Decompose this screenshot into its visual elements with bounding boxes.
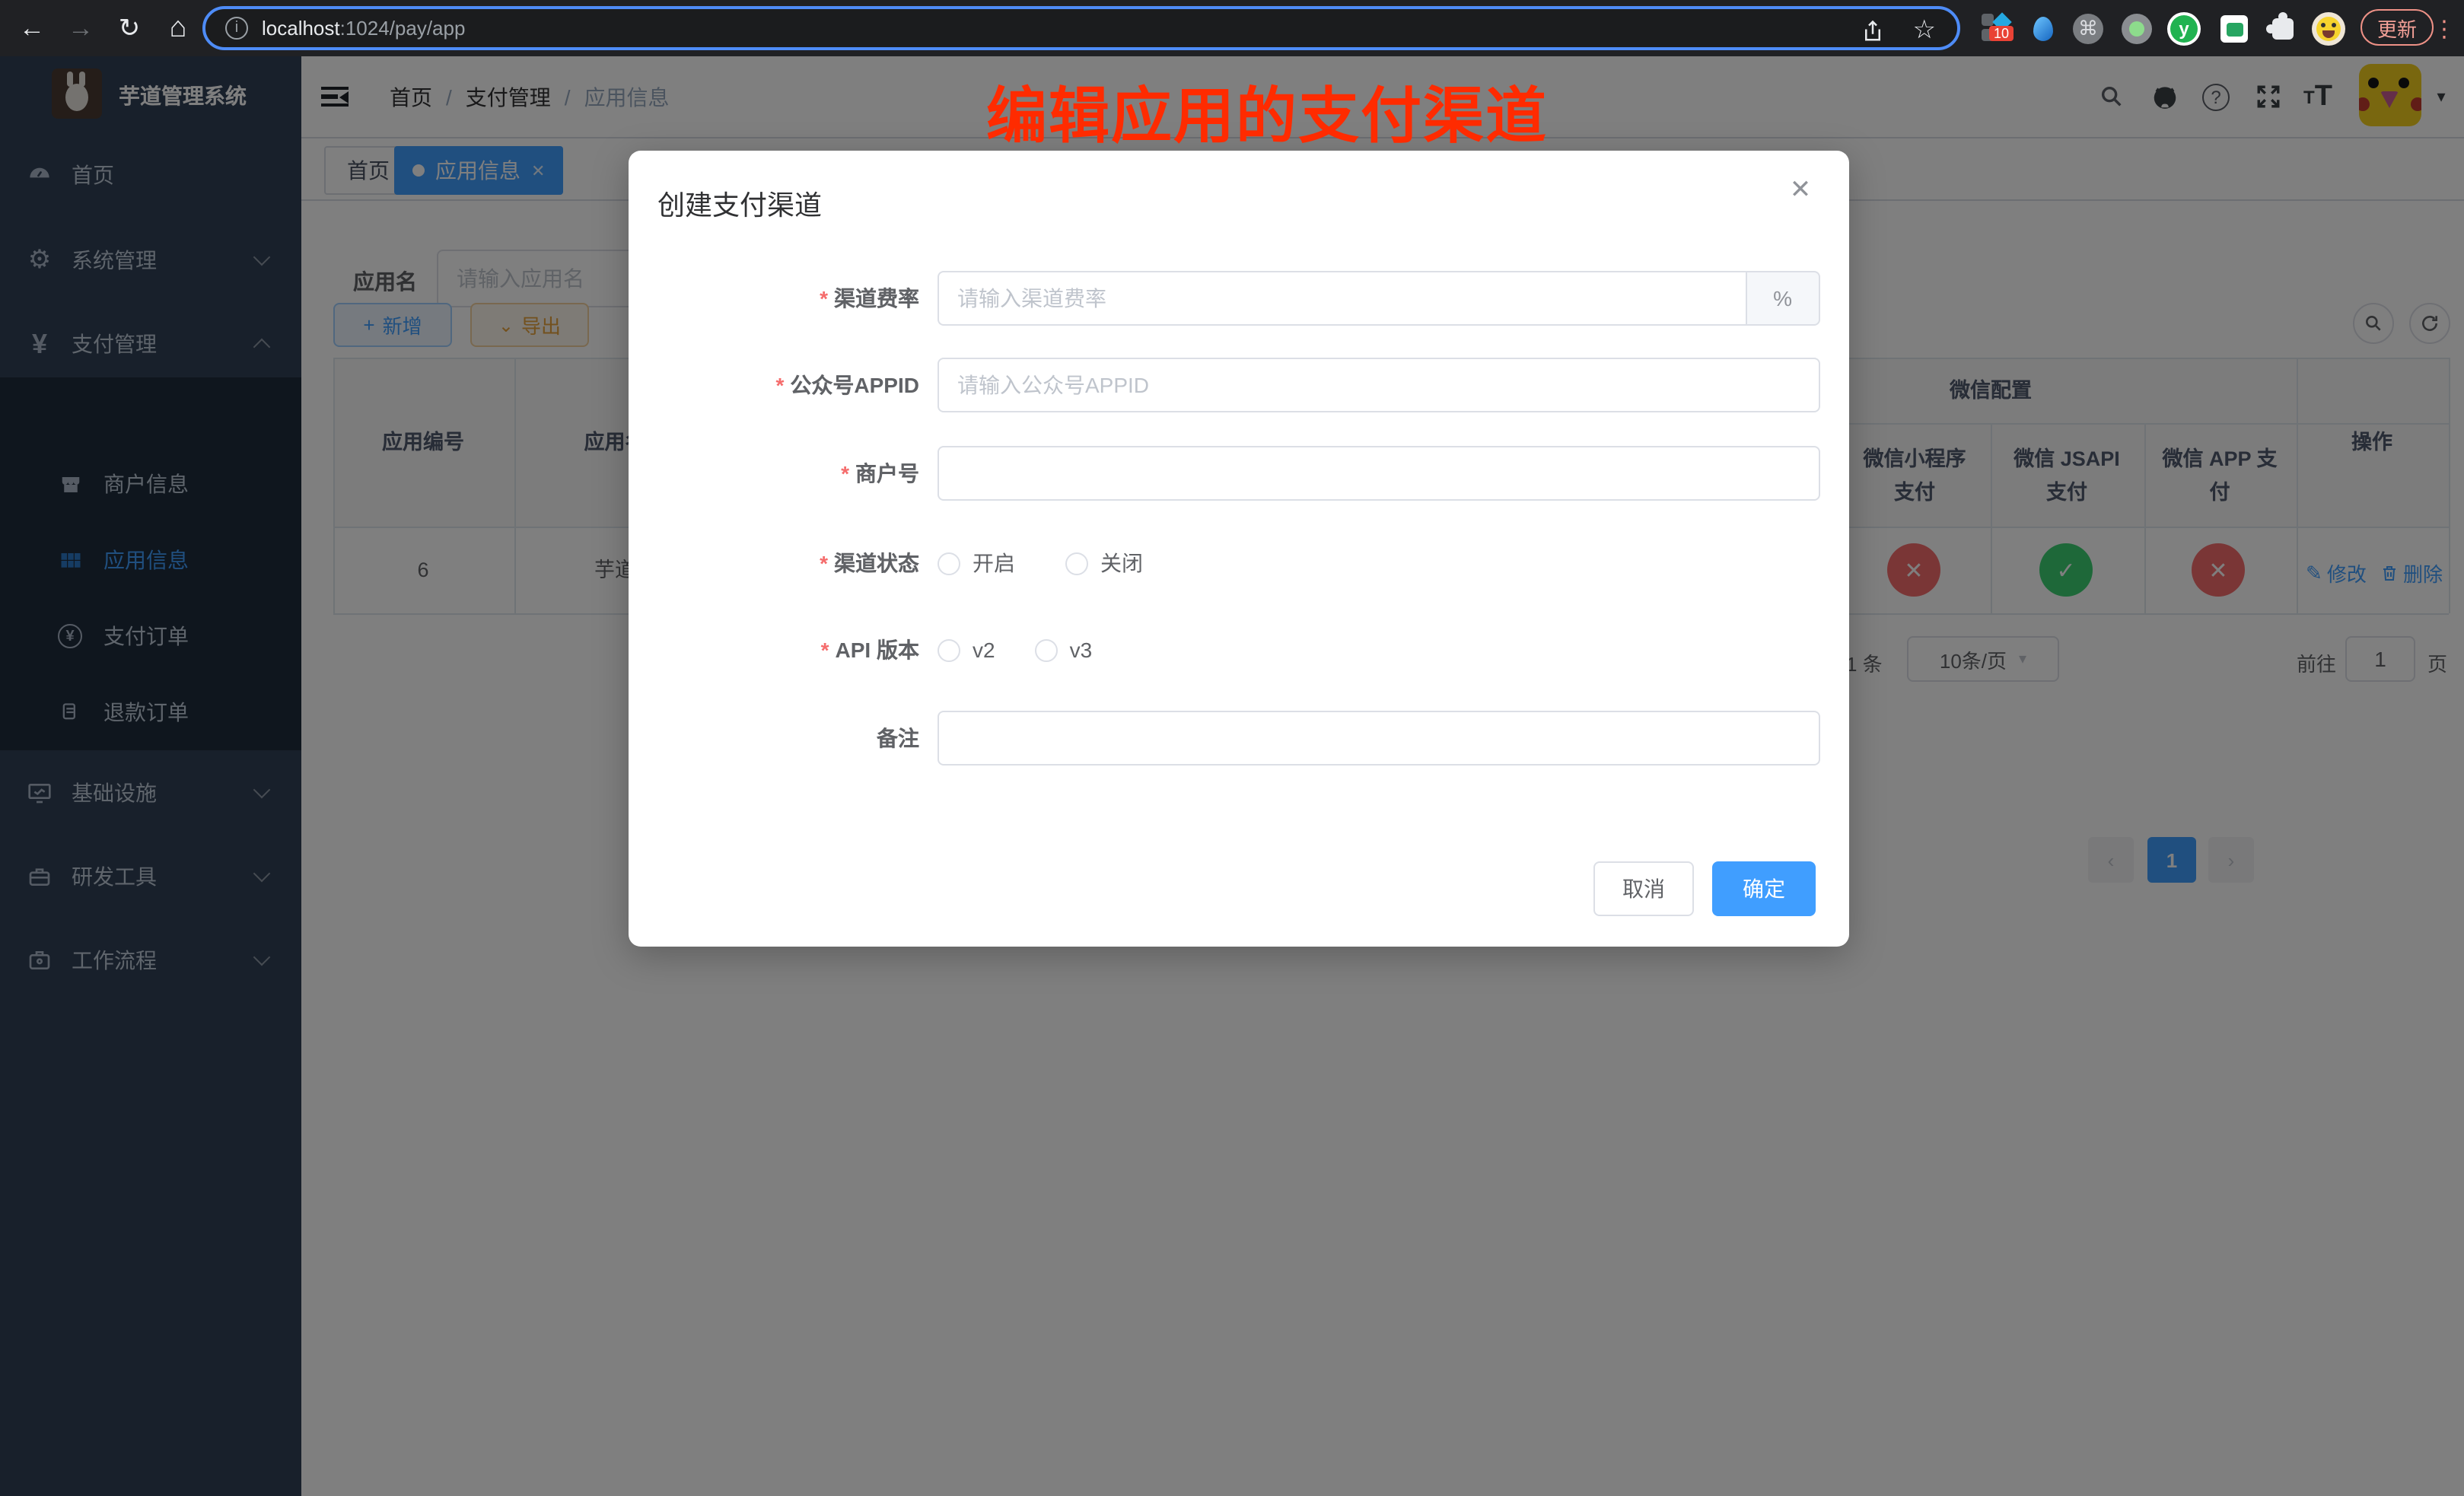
radio-v3[interactable] — [1035, 638, 1058, 661]
merchant-label: *商户号 — [584, 446, 919, 501]
reload-icon[interactable]: ↻ — [110, 0, 149, 56]
browser-update-button[interactable]: 更新 — [2361, 9, 2434, 46]
profile-avatar-icon[interactable] — [2310, 11, 2347, 47]
extension-chat-icon[interactable] — [2216, 11, 2252, 47]
radio-v2[interactable] — [938, 638, 960, 661]
browser-toolbar: ← → ↻ ⌂ i localhost:1024/pay/app ☆ 10 ⌘ — [0, 0, 2464, 56]
back-icon[interactable]: ← — [12, 0, 52, 56]
site-info-icon[interactable]: i — [225, 17, 248, 40]
rate-input[interactable]: % — [938, 271, 1820, 326]
remark-input[interactable] — [938, 711, 1820, 766]
forward-icon[interactable]: → — [61, 0, 100, 56]
extension-balloon-icon[interactable] — [2024, 11, 2061, 47]
url-path: :1024/pay/app — [340, 17, 466, 40]
extension-command-icon[interactable]: ⌘ — [2070, 11, 2106, 47]
extensions-puzzle-icon[interactable] — [2265, 11, 2301, 47]
dialog-title: 创建支付渠道 — [657, 184, 822, 224]
appid-input[interactable] — [938, 358, 1820, 412]
appid-label: *公众号APPID — [584, 358, 919, 412]
radio-open[interactable] — [938, 552, 960, 575]
share-icon[interactable] — [1861, 20, 1884, 43]
status-label: *渠道状态 — [584, 536, 919, 590]
radio-close[interactable] — [1065, 552, 1088, 575]
remark-label: 备注 — [584, 711, 919, 766]
address-bar[interactable]: i localhost:1024/pay/app ☆ — [202, 6, 1960, 50]
extension-dot-icon[interactable] — [2119, 11, 2155, 47]
rate-label: *渠道费率 — [584, 271, 919, 326]
extension-y-icon[interactable]: y — [2166, 11, 2202, 47]
url-host: localhost — [262, 17, 340, 40]
merchant-input[interactable] — [938, 446, 1820, 501]
percent-suffix: % — [1745, 271, 1820, 326]
api-radio-group: v2 v3 — [938, 622, 1092, 677]
annotation-title: 编辑应用的支付渠道 — [986, 67, 1548, 155]
extension-badge: 10 — [1989, 26, 2014, 41]
status-radio-group: 开启 关闭 — [938, 536, 1143, 590]
browser-menu-icon[interactable]: ⋮ — [2431, 0, 2458, 56]
create-channel-dialog: 创建支付渠道 ✕ *渠道费率 % *公众号APPID *商户号 *渠道状态 开启… — [629, 151, 1849, 947]
api-version-label: *API 版本 — [584, 622, 919, 677]
bookmark-star-icon[interactable]: ☆ — [1913, 15, 1937, 46]
confirm-button[interactable]: 确定 — [1712, 861, 1816, 916]
cancel-button[interactable]: 取消 — [1593, 861, 1694, 916]
home-icon[interactable]: ⌂ — [158, 0, 198, 56]
screen: ← → ↻ ⌂ i localhost:1024/pay/app ☆ 10 ⌘ — [0, 0, 2464, 1496]
extension-tiles-icon[interactable]: 10 — [1979, 11, 2015, 47]
dialog-close-icon[interactable]: ✕ — [1782, 172, 1819, 208]
